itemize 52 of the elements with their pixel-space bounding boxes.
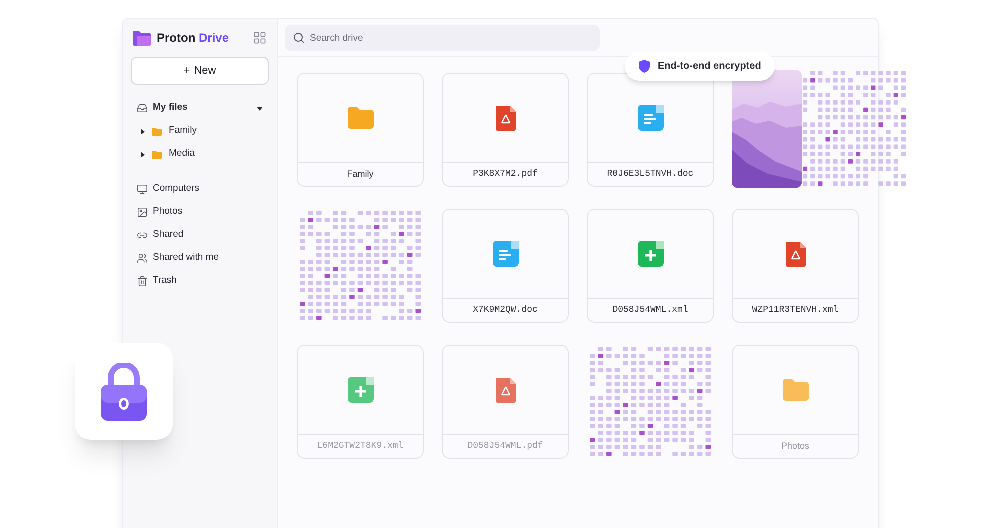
file-card[interactable]: P3K8X7M2.pdf [442, 73, 569, 187]
file-name: WZP11R3TENVH.xml [752, 304, 839, 317]
app-name: Proton Drive [157, 30, 230, 47]
document-icon [638, 105, 664, 131]
file-name: L6M2GTW2T8K9.xml [317, 440, 404, 453]
file-name: X7K9M2QW.doc [473, 304, 538, 317]
sidebar-item[interactable]: Computers [131, 178, 269, 201]
file-card[interactable]: WZP11R3TENVH.xml [732, 209, 859, 323]
search-field[interactable]: Search drive [285, 25, 600, 51]
caret-icon[interactable] [141, 152, 145, 158]
caret-icon[interactable] [141, 128, 145, 134]
file-card[interactable]: D058J54WML.xml [587, 209, 714, 323]
folder-icon [152, 128, 162, 136]
file-card[interactable]: X7K9M2QW.doc [442, 209, 569, 323]
search-icon [293, 32, 305, 44]
sidebar-item[interactable]: Photos [131, 201, 269, 224]
document-icon [492, 241, 518, 267]
pdf-file-icon [496, 378, 516, 402]
sidebar-item[interactable]: My files [131, 97, 269, 120]
folder-icon [348, 107, 374, 129]
computers-icon [137, 184, 148, 195]
photos-icon [137, 207, 148, 218]
apps-grid-icon[interactable] [253, 31, 267, 45]
file-name: R0J6E3L5TNVH.doc [607, 168, 694, 181]
shared-with-me-icon [137, 253, 148, 264]
spreadsheet-icon [348, 377, 374, 403]
folder-icon [152, 150, 162, 158]
folder-tree-item[interactable]: Family [131, 120, 269, 143]
sidebar-item[interactable]: Trash [131, 270, 269, 293]
sidebar-item[interactable]: Shared [131, 224, 269, 247]
shield-icon [639, 60, 650, 73]
pdf-file-icon [496, 106, 516, 130]
file-name: P3K8X7M2.pdf [473, 168, 538, 181]
shared-icon [137, 230, 148, 241]
caret-icon[interactable] [257, 106, 263, 110]
spreadsheet-icon [638, 241, 664, 267]
file-name: Photos [781, 440, 810, 453]
lock-icon [101, 362, 147, 420]
folder-tree-item[interactable]: Media [131, 143, 269, 166]
folder-icon [782, 379, 808, 401]
logo-icon [133, 30, 151, 46]
file-card[interactable]: Family [297, 73, 424, 187]
pdf-file-icon [786, 242, 806, 266]
my-files-icon [137, 103, 148, 114]
file-name: D058J54WML.pdf [468, 440, 544, 453]
encrypted-badge: End-to-end encrypted [625, 52, 776, 81]
trash-icon [137, 276, 148, 287]
new-button[interactable]: + New [131, 57, 269, 85]
file-name: Family [347, 168, 374, 181]
file-card[interactable]: R0J6E3L5TNVH.doc [587, 73, 714, 187]
file-name: D058J54WML.xml [612, 304, 688, 317]
sidebar-item[interactable]: Shared with me [131, 247, 269, 270]
